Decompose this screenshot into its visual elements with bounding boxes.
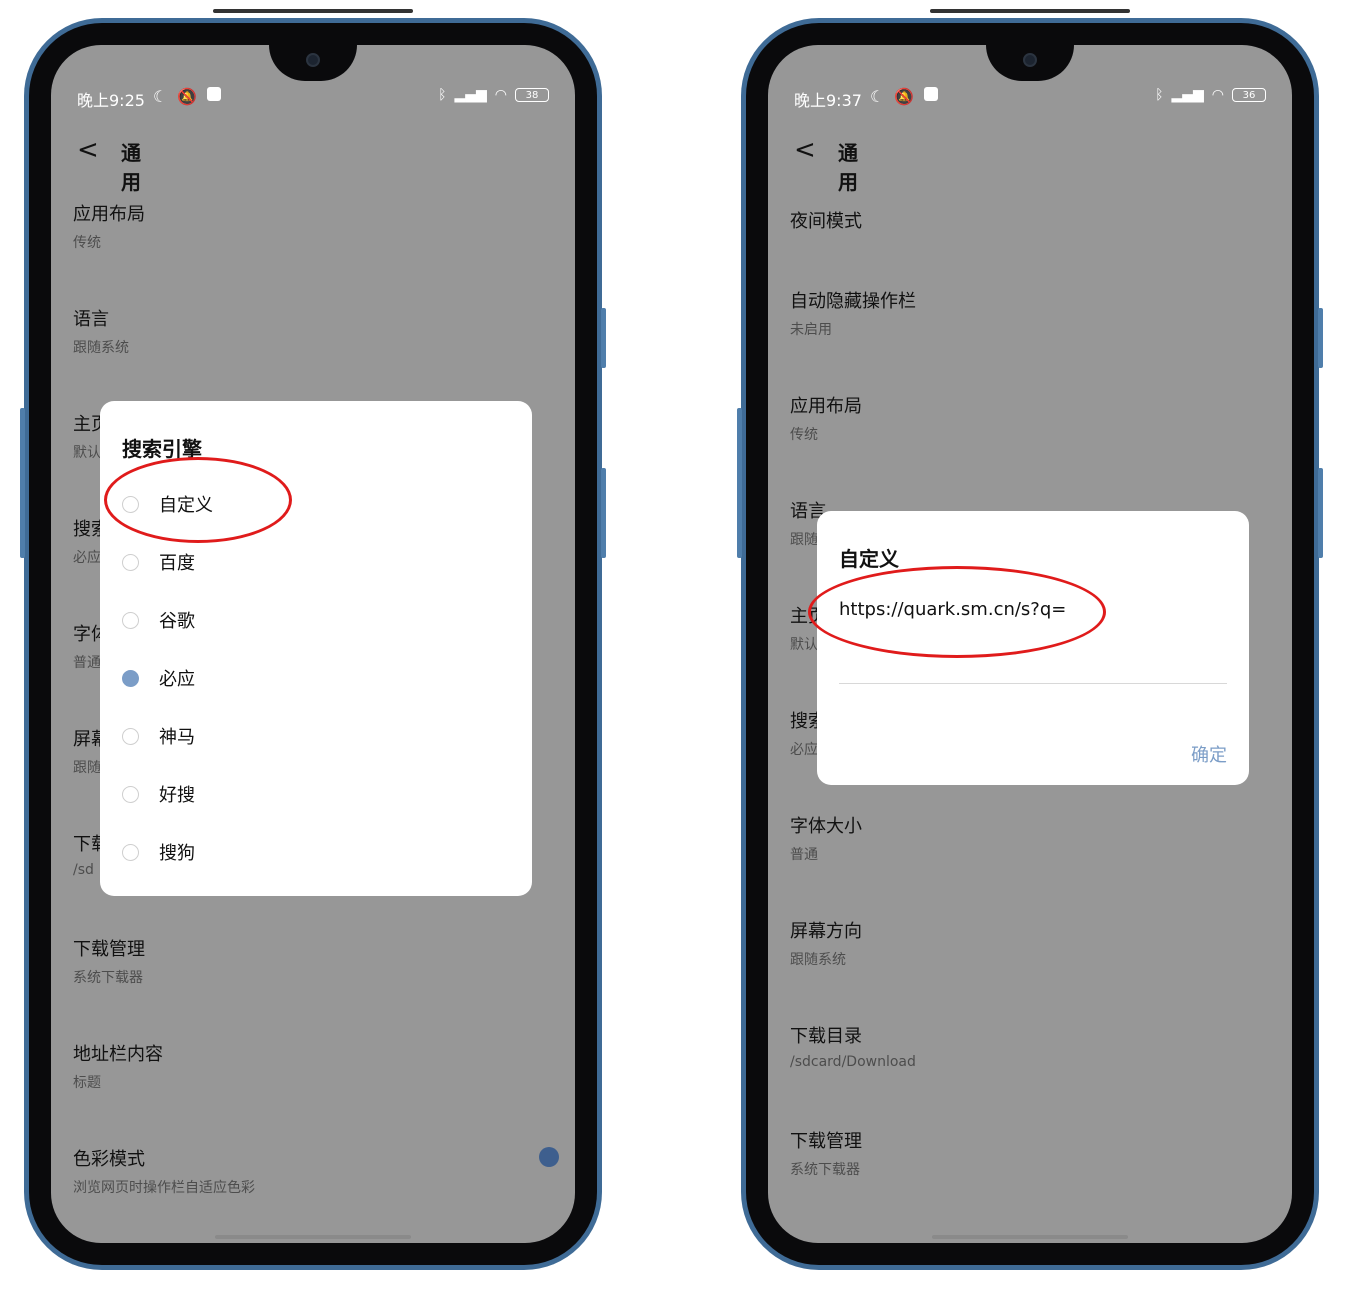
option-baidu[interactable]: 百度 <box>122 547 195 577</box>
radio-haosou[interactable] <box>122 785 139 803</box>
wifi-icon: ◠ <box>494 87 507 103</box>
settings-item-download-dir[interactable]: 下载目录 /sdcard/Download <box>790 1022 916 1070</box>
dialog-title: 自定义 <box>839 547 899 571</box>
option-haosou[interactable]: 好搜 <box>122 779 195 809</box>
radio-google[interactable] <box>122 611 139 629</box>
speaker-grille <box>930 9 1130 13</box>
settings-item-night-mode[interactable]: 夜间模式 <box>790 207 862 233</box>
notch <box>269 45 357 81</box>
notch <box>986 45 1074 81</box>
status-time: 晚上9:25 <box>77 91 145 110</box>
color-mode-toggle[interactable] <box>539 1147 559 1167</box>
side-button <box>601 468 606 558</box>
bluetooth-icon: ᛒ <box>438 87 447 103</box>
wifi-icon: ◠ <box>1211 87 1224 103</box>
battery-icon: 38 <box>515 88 549 102</box>
settings-item-orientation[interactable]: 屏幕方向 跟随系统 <box>790 917 862 969</box>
highlight-circle-custom-option <box>104 457 292 543</box>
left-screen: 晚上9:25 ☾ 🔕 ᛒ ▂▄▆ ◠ 38 < 通用 应用布局 传统 语言 跟随… <box>51 45 575 1243</box>
highlight-circle-url-input <box>808 566 1106 658</box>
side-button <box>1318 468 1323 558</box>
battery-icon: 36 <box>1232 88 1266 102</box>
bezel: 晚上9:25 ☾ 🔕 ᛒ ▂▄▆ ◠ 38 < 通用 应用布局 传统 语言 跟随… <box>29 9 597 1265</box>
volume-button <box>20 408 25 558</box>
option-google[interactable]: 谷歌 <box>122 605 195 635</box>
settings-item-language[interactable]: 语言 跟随系统 <box>73 305 129 357</box>
back-icon[interactable]: < <box>794 135 816 165</box>
radio-sogou[interactable] <box>122 843 139 861</box>
speaker-grille <box>213 9 413 13</box>
radio-baidu[interactable] <box>122 553 139 571</box>
power-button <box>1318 308 1323 368</box>
home-indicator <box>932 1235 1128 1239</box>
moon-icon: ☾ <box>870 87 885 106</box>
camera-icon <box>1023 53 1037 67</box>
settings-item-address-bar[interactable]: 地址栏内容 标题 <box>73 1040 163 1092</box>
settings-item-color-mode[interactable]: 色彩模式 浏览网页时操作栏自适应色彩 <box>73 1145 255 1197</box>
settings-item-layout[interactable]: 应用布局 传统 <box>73 200 145 252</box>
qq-icon <box>207 87 222 101</box>
option-shenma[interactable]: 神马 <box>122 721 195 751</box>
settings-item-download-manager[interactable]: 下载管理 系统下载器 <box>790 1127 862 1179</box>
signal-icon: ▂▄▆ <box>454 87 487 103</box>
page-title: 通用 <box>121 141 141 194</box>
confirm-button[interactable]: 确定 <box>1191 741 1227 767</box>
left-phone: 晚上9:25 ☾ 🔕 ᛒ ▂▄▆ ◠ 38 < 通用 应用布局 传统 语言 跟随… <box>20 9 606 1270</box>
radio-bing-selected[interactable] <box>122 669 139 687</box>
radio-shenma[interactable] <box>122 727 139 745</box>
signal-icon: ▂▄▆ <box>1171 87 1204 103</box>
back-icon[interactable]: < <box>77 135 99 165</box>
power-button <box>601 308 606 368</box>
mute-icon: 🔕 <box>894 87 915 106</box>
status-time: 晚上9:37 <box>794 91 862 110</box>
bluetooth-icon: ᛒ <box>1155 87 1164 103</box>
option-bing[interactable]: 必应 <box>122 663 195 693</box>
input-underline <box>839 683 1227 684</box>
home-indicator <box>215 1235 411 1239</box>
status-bar: 晚上9:37 ☾ 🔕 ᛒ ▂▄▆ ◠ 36 <box>794 87 1266 110</box>
page-title: 通用 <box>838 141 858 194</box>
settings-item-layout[interactable]: 应用布局 传统 <box>790 392 862 444</box>
mute-icon: 🔕 <box>177 87 198 106</box>
status-bar: 晚上9:25 ☾ 🔕 ᛒ ▂▄▆ ◠ 38 <box>77 87 549 110</box>
settings-item-font-size[interactable]: 字体大小 普通 <box>790 812 862 864</box>
volume-button <box>737 408 742 558</box>
moon-icon: ☾ <box>153 87 168 106</box>
qq-icon <box>924 87 939 101</box>
camera-icon <box>306 53 320 67</box>
settings-item-download-manager[interactable]: 下载管理 系统下载器 <box>73 935 145 987</box>
option-sogou[interactable]: 搜狗 <box>122 837 195 867</box>
settings-item-auto-hide-toolbar[interactable]: 自动隐藏操作栏 未启用 <box>790 287 916 339</box>
